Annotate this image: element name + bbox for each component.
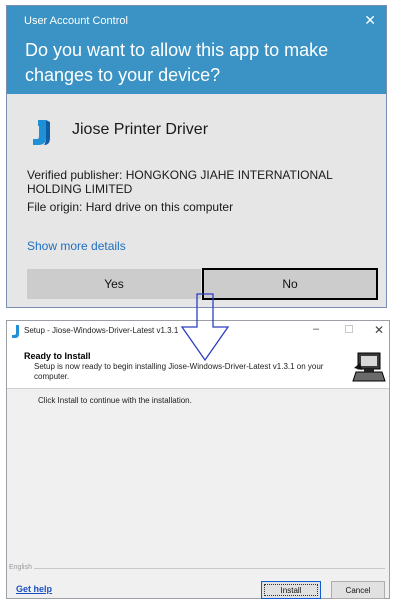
setup-app-icon — [12, 325, 19, 338]
wizard-header: Ready to Install Setup is now ready to b… — [7, 343, 389, 389]
window-title: Setup - Jiose-Windows-Driver-Latest v1.3… — [24, 326, 179, 335]
publisher-text: Verified publisher: HONGKONG JIAHE INTER… — [27, 168, 333, 196]
page-title: Ready to Install — [24, 351, 91, 361]
divider — [34, 568, 385, 569]
file-origin-text: File origin: Hard drive on this computer — [27, 200, 234, 214]
show-more-details-link[interactable]: Show more details — [27, 239, 126, 253]
uac-caption: User Account Control — [24, 15, 128, 27]
maximize-icon[interactable] — [345, 325, 353, 333]
uac-header: User Account Control ✕ Do you want to al… — [7, 6, 386, 94]
uac-question: Do you want to allow this app to make ch… — [25, 40, 329, 85]
minimize-icon[interactable]: – — [313, 323, 319, 335]
close-icon[interactable]: ✕ — [364, 12, 376, 29]
no-button[interactable]: No — [202, 268, 378, 300]
yes-button[interactable]: Yes — [27, 269, 201, 299]
uac-body: Jiose Printer Driver Verified publisher:… — [7, 94, 386, 307]
cancel-button[interactable]: Cancel — [331, 581, 385, 599]
title-bar: Setup - Jiose-Windows-Driver-Latest v1.3… — [7, 321, 389, 343]
page-description: Setup is now ready to begin installing J… — [34, 362, 324, 381]
app-name: Jiose Printer Driver — [72, 121, 209, 138]
setup-wizard-computer-icon — [352, 350, 386, 384]
instruction-text: Click Install to continue with the insta… — [38, 396, 192, 405]
get-help-link[interactable]: Get help — [16, 584, 52, 594]
language-label: English — [9, 564, 32, 571]
close-icon[interactable]: ✕ — [374, 323, 384, 337]
uac-dialog: User Account Control ✕ Do you want to al… — [6, 5, 387, 308]
install-button[interactable]: Install — [261, 581, 321, 599]
setup-window: Setup - Jiose-Windows-Driver-Latest v1.3… — [6, 320, 390, 599]
jiose-logo-icon — [33, 120, 50, 145]
